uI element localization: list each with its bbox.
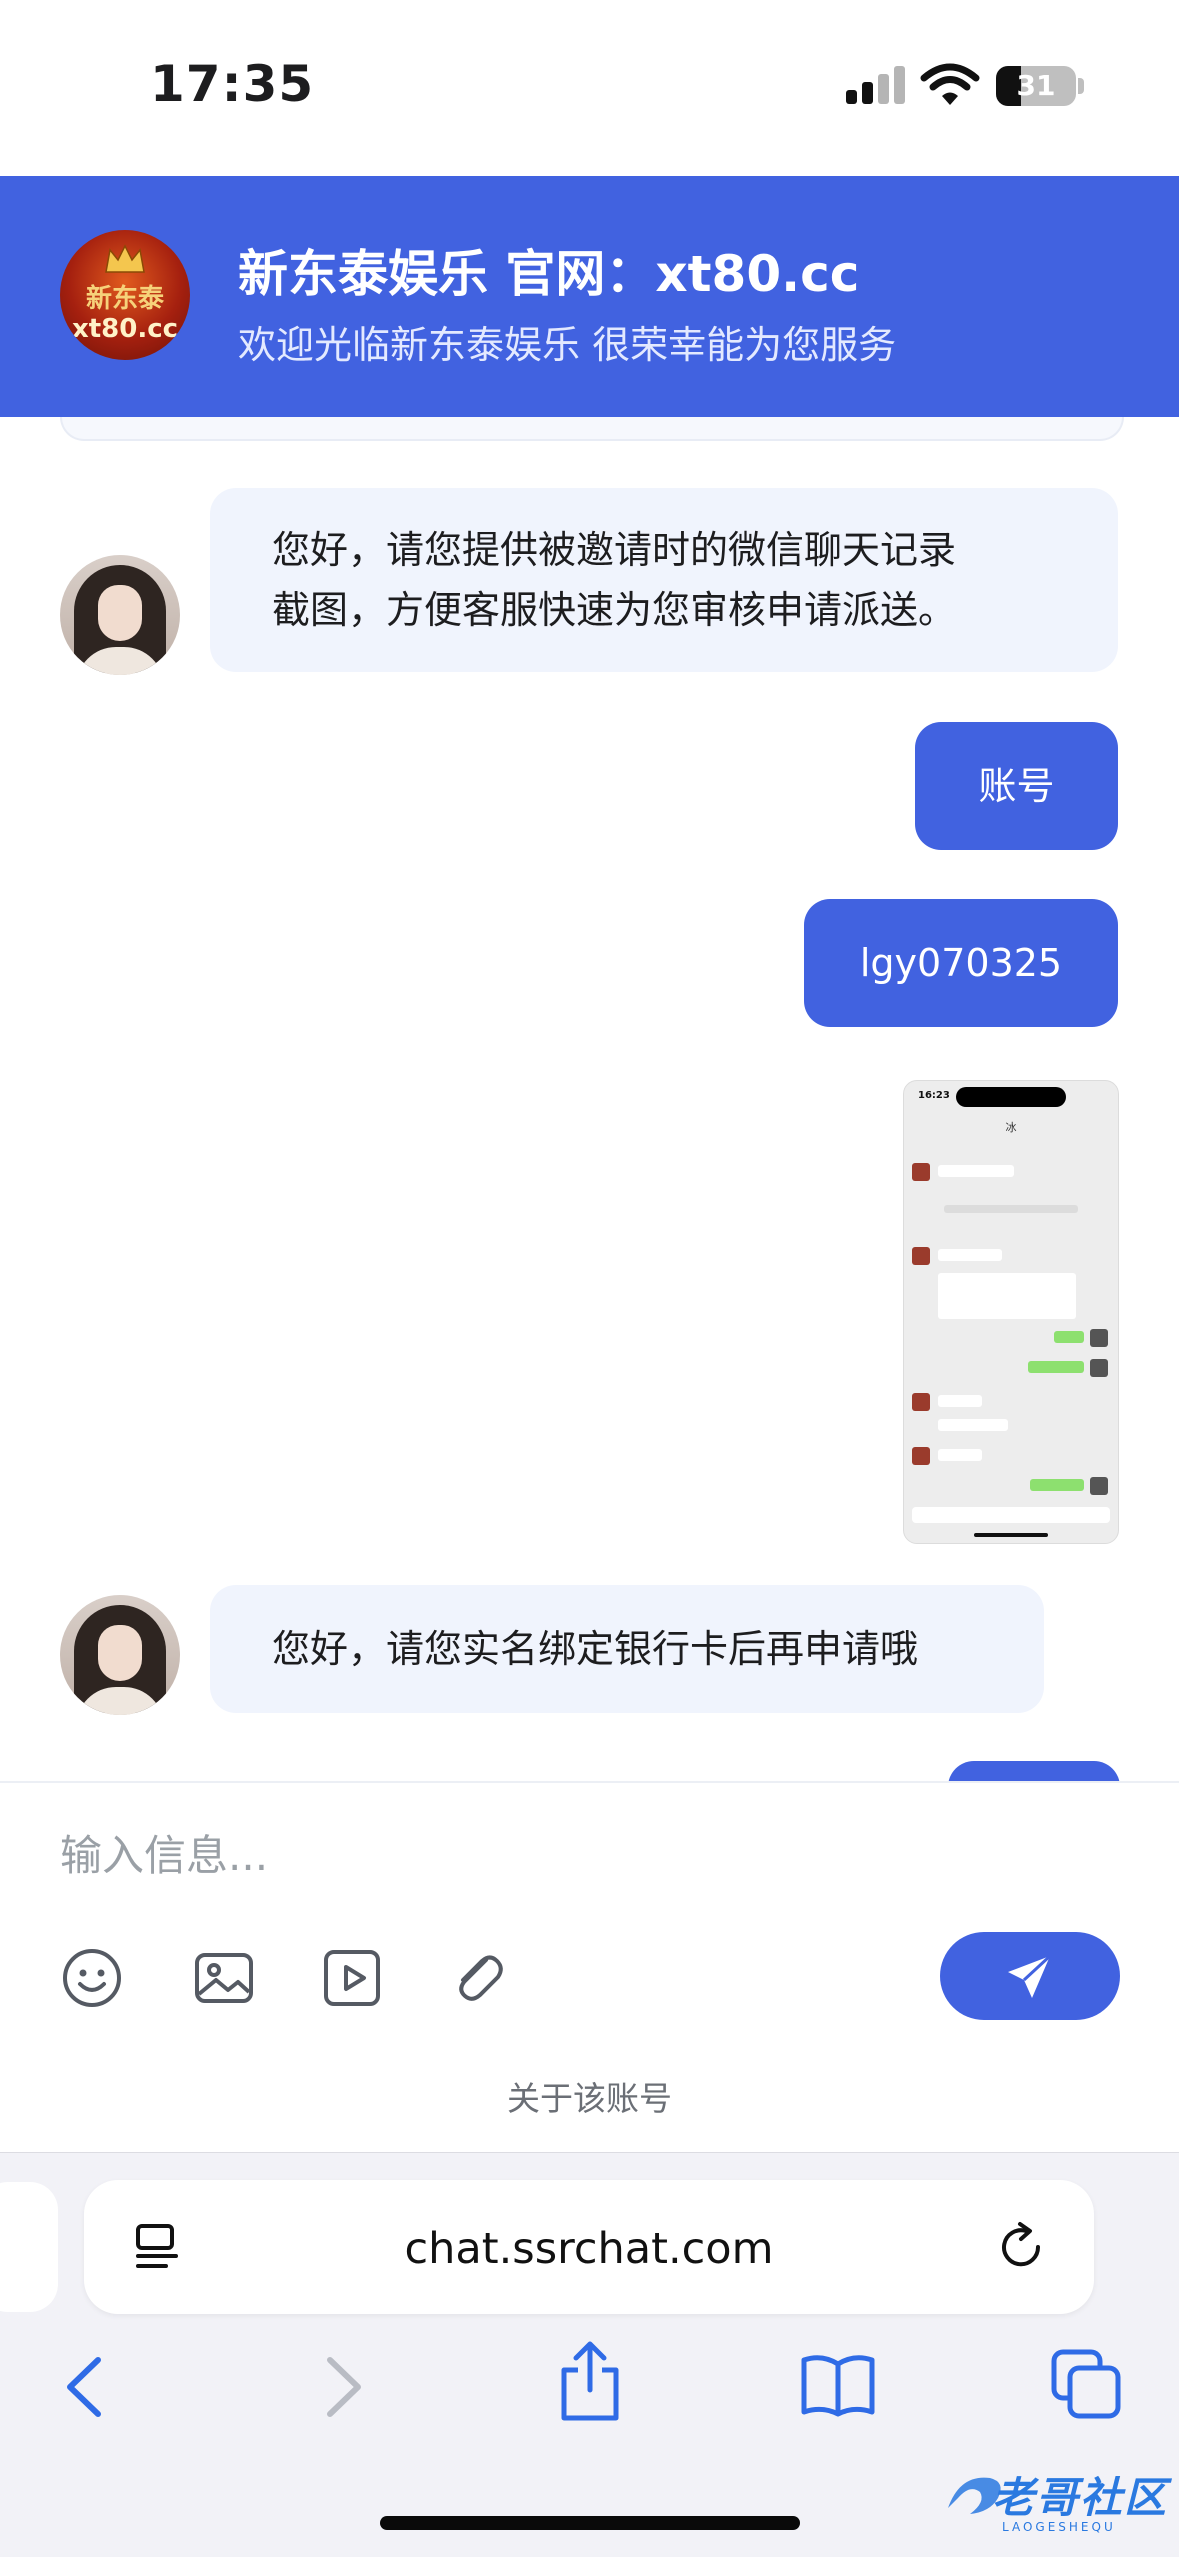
reload-icon[interactable] [994, 2220, 1048, 2274]
thumbnail-time: 16:23 [918, 1090, 950, 1101]
agent-avatar[interactable] [60, 1595, 180, 1715]
header-title: 新东泰娱乐 官网：xt80.cc [238, 245, 860, 303]
send-icon [1008, 1954, 1052, 1998]
message-line: 您好，请您提供被邀请时的微信聊天记录 [272, 528, 957, 572]
emoji-icon[interactable] [60, 1946, 124, 2010]
battery-level: 31 [1016, 69, 1056, 102]
logo-text-bottom: xt80.cc [71, 314, 179, 344]
message-input[interactable] [60, 1820, 920, 1890]
back-icon[interactable] [52, 2352, 122, 2422]
user-message-bubble: 账号 [915, 722, 1118, 850]
logo-text-top: 新东泰 [85, 284, 164, 314]
cellular-signal-icon [846, 64, 906, 108]
previous-message-edge [60, 417, 1124, 441]
message-text: lgy070325 [859, 941, 1063, 985]
thumbnail-dynamic-island [956, 1087, 1066, 1107]
agent-message-bubble: 您好，请您提供被邀请时的微信聊天记录 截图，方便客服快速为您审核申请派送。 [210, 488, 1118, 672]
thumbnail-input [912, 1507, 1110, 1523]
composer-divider [0, 1781, 1179, 1783]
user-message-bubble: lgy070325 [804, 899, 1118, 1027]
chat-message-list[interactable]: 您好，请您提供被邀请时的微信聊天记录 截图，方便客服快速为您审核申请派送。 账号… [0, 417, 1179, 1781]
status-time: 17:35 [150, 55, 315, 113]
video-icon[interactable] [320, 1946, 384, 2010]
thumbnail-chat-title: 冰 [1005, 1121, 1017, 1134]
chat-screenshot-thumbnail[interactable]: 16:23 冰 [903, 1080, 1119, 1544]
send-button[interactable] [940, 1932, 1120, 2020]
share-icon[interactable] [554, 2340, 626, 2424]
tabs-icon[interactable] [1050, 2348, 1122, 2420]
brand-logo: 新东泰 xt80.cc [60, 230, 190, 360]
message-line: 截图，方便客服快速为您审核申请派送。 [272, 588, 957, 632]
watermark-text: 老哥社区 [992, 2473, 1169, 2522]
attachment-icon[interactable] [446, 1946, 510, 2010]
previous-tab-edge[interactable] [0, 2182, 58, 2312]
forward-icon[interactable] [306, 2352, 376, 2422]
bookmarks-icon[interactable] [800, 2352, 876, 2418]
about-account-link[interactable]: 关于该账号 [0, 2072, 1179, 2120]
home-indicator [380, 2516, 800, 2530]
battery-cap [1078, 78, 1084, 94]
address-bar[interactable]: chat.ssrchat.com [84, 2180, 1094, 2314]
message-text: 账号 [978, 764, 1055, 808]
wifi-icon [920, 63, 980, 105]
url-text: chat.ssrchat.com [404, 2224, 774, 2274]
thumbnail-home-indicator [974, 1533, 1048, 1537]
watermark-subtext: LAOGESHEQU [1002, 2520, 1116, 2534]
image-icon[interactable] [192, 1946, 256, 2010]
agent-message-bubble: 您好，请您实名绑定银行卡后再申请哦 [210, 1585, 1044, 1713]
crown-icon [105, 244, 145, 273]
agent-avatar[interactable] [60, 555, 180, 675]
message-line: 您好，请您实名绑定银行卡后再申请哦 [272, 1627, 919, 1671]
watermark: 老哥社区 LAOGESHEQU [940, 2462, 1170, 2542]
battery-icon: 31 [996, 66, 1076, 106]
header-subtitle: 欢迎光临新东泰娱乐 很荣幸能为您服务 [238, 323, 897, 367]
user-message-bubble-partial [948, 1761, 1120, 1781]
